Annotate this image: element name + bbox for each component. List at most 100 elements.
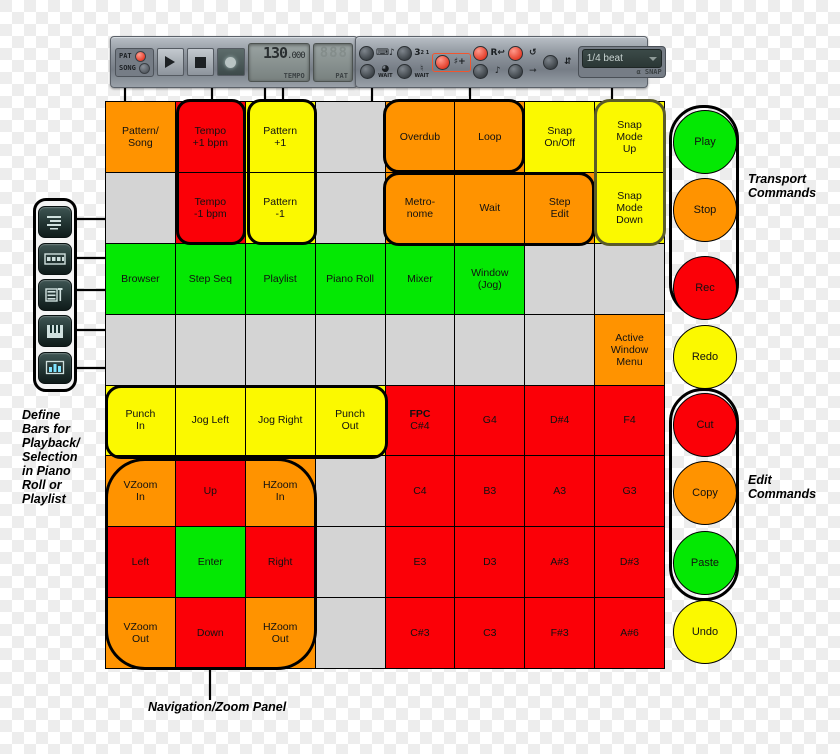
cut-round-button[interactable]: Cut	[673, 393, 737, 457]
pad-snap-on/off[interactable]: Snap On/Off	[525, 102, 595, 172]
pad-snap-mode-up[interactable]: Snap Mode Up	[595, 102, 664, 172]
pad-empty[interactable]	[315, 527, 385, 598]
pad-tempo--1-bpm[interactable]: Tempo -1 bpm	[175, 172, 245, 243]
knob-icon[interactable]	[396, 45, 412, 61]
pad-enter[interactable]: Enter	[175, 527, 245, 598]
pad-pattern--1[interactable]: Pattern -1	[245, 172, 315, 243]
rec-round-button[interactable]: Rec	[673, 256, 737, 320]
pad-f#3[interactable]: F#3	[525, 598, 595, 668]
pad-f4[interactable]: F4	[595, 385, 664, 456]
pad-empty[interactable]	[315, 314, 385, 385]
pad-punch-in[interactable]: Punch In	[106, 385, 175, 456]
pad-hzoom-out[interactable]: HZoom Out	[245, 598, 315, 668]
pad-empty[interactable]	[315, 456, 385, 527]
pad-empty[interactable]	[106, 172, 175, 243]
pad-g4[interactable]: G4	[455, 385, 525, 456]
pad-vzoom-in[interactable]: VZoom In	[106, 456, 175, 527]
play-button[interactable]	[156, 48, 185, 76]
pad-b3[interactable]: B3	[455, 456, 525, 527]
blend-notes-control[interactable]: ♯+	[434, 54, 468, 70]
snap-select[interactable]: 1/4 beat	[581, 49, 662, 68]
song-mode-row[interactable]: SONG	[119, 62, 150, 74]
pad-empty[interactable]	[385, 314, 455, 385]
pad-a#3[interactable]: A#3	[525, 527, 595, 598]
snap-toggle-control[interactable]: ⇵	[542, 54, 576, 70]
pad-empty[interactable]	[175, 314, 245, 385]
stop-round-button[interactable]: Stop	[673, 178, 737, 242]
pattern-number-display[interactable]: 888 PAT	[312, 42, 353, 82]
knob-red-icon[interactable]	[434, 54, 450, 70]
browser-icon[interactable]	[38, 206, 72, 239]
pad-wait[interactable]: Wait	[455, 172, 525, 243]
pad-a3[interactable]: A3	[525, 456, 595, 527]
multilink-control[interactable]: 32 1	[396, 45, 430, 61]
pad-jog-right[interactable]: Jog Right	[245, 385, 315, 456]
song-led-icon[interactable]	[138, 62, 150, 74]
pattern-song-switch[interactable]: PAT SONG	[115, 47, 154, 77]
record-button[interactable]	[217, 48, 245, 76]
typing-keyboard-control[interactable]: ⌨♪	[359, 45, 395, 61]
pad-empty[interactable]	[315, 172, 385, 243]
redo-round-button[interactable]: Redo	[673, 325, 737, 389]
pad-browser[interactable]: Browser	[106, 243, 175, 314]
paste-round-button[interactable]: Paste	[673, 531, 737, 595]
pad-empty[interactable]	[315, 598, 385, 668]
pad-vzoom-out[interactable]: VZoom Out	[106, 598, 175, 668]
pad-down[interactable]: Down	[175, 598, 245, 668]
countdown-control[interactable]: ⇾	[507, 63, 541, 79]
pad-jog-left[interactable]: Jog Left	[175, 385, 245, 456]
pad-a#6[interactable]: A#6	[595, 598, 664, 668]
pad-metro--nome[interactable]: Metro-nome	[385, 172, 455, 243]
pad-tempo-+1-bpm[interactable]: Tempo +1 bpm	[175, 102, 245, 172]
step-edit-control[interactable]: R↩	[472, 45, 506, 61]
piano-roll-icon[interactable]	[38, 315, 72, 348]
pad-e3[interactable]: E3	[385, 527, 455, 598]
undo-round-button[interactable]: Undo	[673, 600, 737, 664]
knob-icon[interactable]	[360, 63, 376, 79]
knob-icon[interactable]	[359, 45, 374, 61]
pad-g3[interactable]: G3	[595, 456, 664, 527]
chevron-down-icon[interactable]	[648, 56, 657, 61]
pad-empty[interactable]	[245, 314, 315, 385]
pad-empty[interactable]	[525, 243, 595, 314]
step-sequencer-icon[interactable]	[38, 242, 72, 275]
pad-snap-mode-down[interactable]: Snap Mode Down	[595, 172, 664, 243]
knob-icon[interactable]	[542, 54, 558, 70]
pat-mode-row[interactable]: PAT	[119, 50, 150, 62]
pat-led-icon[interactable]	[134, 50, 146, 62]
pad-loop[interactable]: Loop	[455, 102, 525, 172]
pad-empty[interactable]	[525, 314, 595, 385]
pad-pattern-+1[interactable]: Pattern +1	[245, 102, 315, 172]
metronome-toggle-control[interactable]: ♪	[472, 63, 506, 79]
pad-empty[interactable]	[595, 243, 664, 314]
playlist-icon[interactable]	[38, 278, 72, 311]
pad-d#4[interactable]: D#4	[525, 385, 595, 456]
pad-c3[interactable]: C3	[455, 598, 525, 668]
pad-punch-out[interactable]: Punch Out	[315, 385, 385, 456]
pad-right[interactable]: Right	[245, 527, 315, 598]
wait-for-input-control[interactable]: ◕ WAIT	[360, 63, 393, 79]
pad-pattern/-song[interactable]: Pattern/Song	[106, 102, 175, 172]
pad-d#3[interactable]: D#3	[595, 527, 664, 598]
pad-active-window-menu[interactable]: Active Window Menu	[595, 314, 664, 385]
tempo-display[interactable]: 130.000 TEMPO	[247, 42, 310, 82]
mixer-icon[interactable]	[38, 351, 72, 384]
pad-empty[interactable]	[455, 314, 525, 385]
pad-c#3[interactable]: C#3	[385, 598, 455, 668]
metronome-control[interactable]: ♮ WAIT	[396, 63, 430, 79]
pad-d3[interactable]: D3	[455, 527, 525, 598]
pad-hzoom-in[interactable]: HZoom In	[245, 456, 315, 527]
pad-mixer[interactable]: Mixer	[385, 243, 455, 314]
knob-red-icon[interactable]	[472, 45, 488, 61]
pad-piano-roll[interactable]: Piano Roll	[315, 243, 385, 314]
pad-empty[interactable]	[106, 314, 175, 385]
knob-icon[interactable]	[507, 63, 523, 79]
pad-window-jog[interactable]: Window (Jog)	[455, 243, 525, 314]
copy-round-button[interactable]: Copy	[673, 461, 737, 525]
pad-empty[interactable]	[315, 102, 385, 172]
stop-button[interactable]	[187, 48, 215, 76]
pad-up[interactable]: Up	[175, 456, 245, 527]
pad-playlist[interactable]: Playlist	[245, 243, 315, 314]
knob-icon[interactable]	[472, 63, 488, 79]
pad-overdub[interactable]: Overdub	[385, 102, 455, 172]
